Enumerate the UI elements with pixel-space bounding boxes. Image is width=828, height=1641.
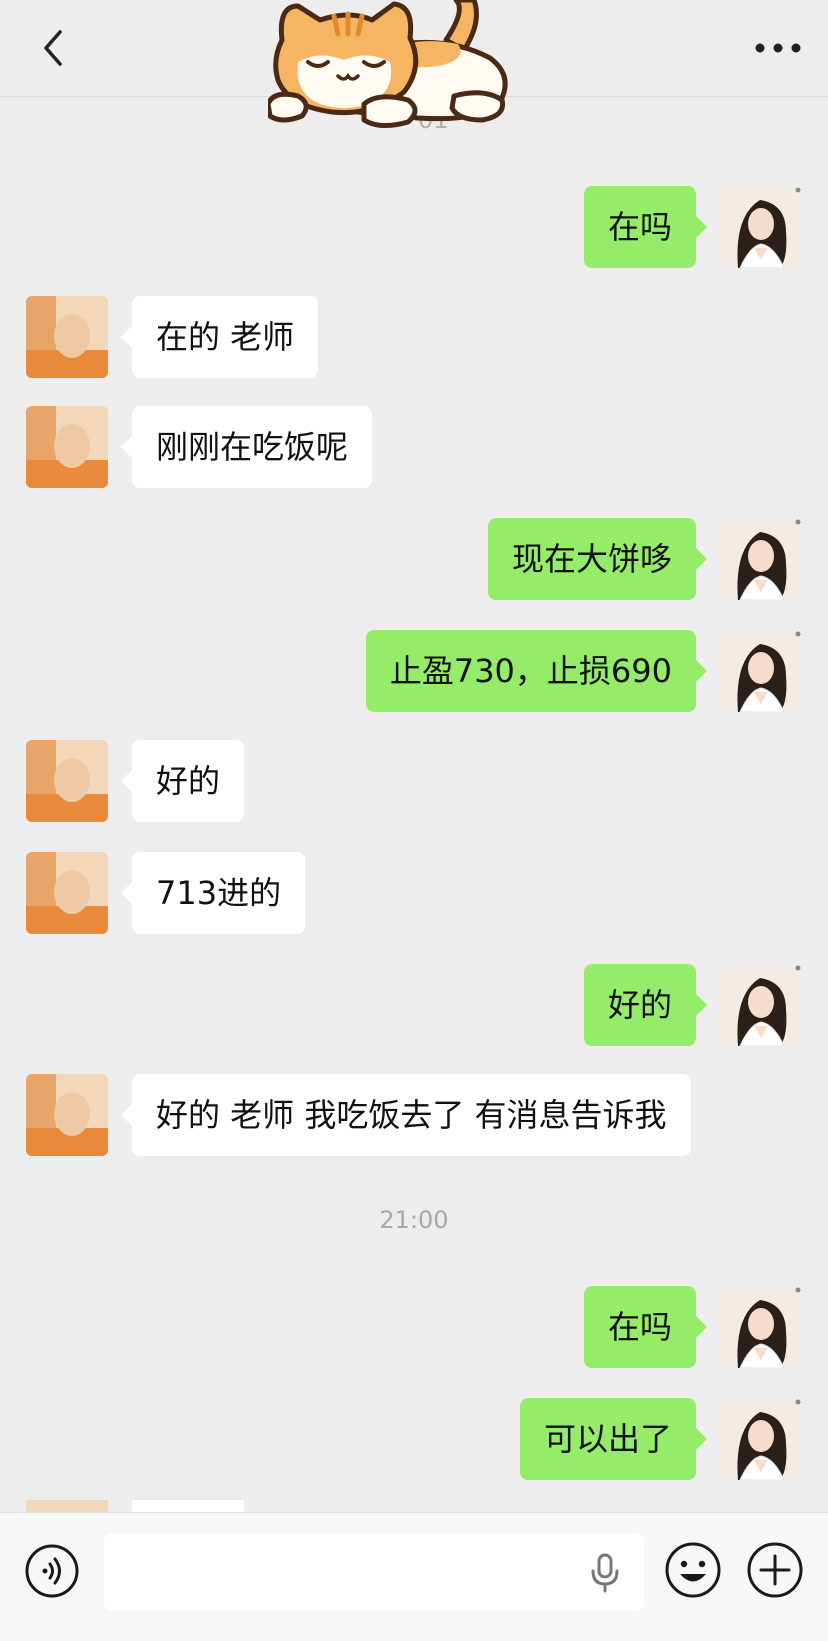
more-functions-button[interactable] — [746, 1541, 804, 1599]
microphone-icon[interactable] — [590, 1553, 620, 1593]
incoming-message-bubble[interactable]: 在的 老师 — [120, 296, 319, 378]
back-button[interactable] — [34, 28, 74, 68]
outgoing-message-bubble[interactable]: 在吗 — [583, 186, 708, 268]
chevron-left-icon — [44, 30, 62, 66]
woman-avatar-icon — [720, 186, 802, 268]
incoming-message-bubble[interactable]: 好的 老师 我吃饭去了 有消息告诉我 — [121, 1074, 691, 1156]
contact-avatar[interactable] — [26, 852, 108, 934]
more-options-button[interactable] — [752, 34, 804, 62]
cat-sticker-image — [268, 0, 508, 128]
blurred-avatar-icon — [26, 1074, 108, 1156]
emoji-button[interactable] — [664, 1541, 722, 1599]
contact-avatar[interactable] — [26, 740, 108, 822]
outgoing-message-bubble[interactable]: 止盈730，止损690 — [365, 630, 708, 712]
woman-avatar-icon — [720, 1286, 802, 1368]
self-avatar[interactable] — [720, 964, 802, 1046]
woman-avatar-icon — [720, 964, 802, 1046]
self-avatar[interactable] — [720, 630, 802, 712]
emoji-icon — [665, 1542, 721, 1598]
message-input[interactable] — [104, 1533, 644, 1611]
more-dots-icon — [755, 43, 801, 53]
outgoing-message-bubble[interactable]: 可以出了 — [519, 1398, 708, 1480]
outgoing-message-bubble[interactable]: 现在大饼哆 — [487, 518, 708, 600]
self-avatar[interactable] — [720, 518, 802, 600]
voice-icon — [25, 1544, 79, 1598]
chat-screen: 01 在吗 — [0, 0, 828, 1641]
voice-mode-button[interactable] — [24, 1543, 80, 1599]
self-avatar[interactable] — [720, 186, 802, 268]
incoming-message-bubble[interactable]: 刚刚在吃饭呢 — [120, 406, 373, 488]
woman-avatar-icon — [720, 630, 802, 712]
blurred-avatar-icon — [26, 296, 108, 378]
self-avatar[interactable] — [720, 1398, 802, 1480]
time-divider: 21:00 — [379, 1206, 449, 1234]
message-list[interactable]: 在吗 在的 老师 刚刚在吃饭呢 现在大饼哆 止盈730，止损690 好的 713… — [0, 0, 828, 1641]
woman-avatar-icon — [720, 518, 802, 600]
blurred-avatar-icon — [26, 852, 108, 934]
outgoing-message-bubble[interactable]: 在吗 — [583, 1286, 708, 1368]
woman-avatar-icon — [720, 1398, 802, 1480]
contact-avatar[interactable] — [26, 1074, 108, 1156]
incoming-message-bubble[interactable]: 713进的 — [120, 852, 306, 934]
contact-avatar[interactable] — [26, 296, 108, 378]
contact-avatar[interactable] — [26, 406, 108, 488]
plus-icon — [747, 1542, 803, 1598]
self-avatar[interactable] — [720, 1286, 802, 1368]
incoming-message-bubble[interactable]: 好的 — [120, 740, 245, 822]
blurred-avatar-icon — [26, 740, 108, 822]
outgoing-message-bubble[interactable]: 好的 — [583, 964, 708, 1046]
blurred-avatar-icon — [26, 406, 108, 488]
input-toolbar — [0, 1512, 828, 1641]
